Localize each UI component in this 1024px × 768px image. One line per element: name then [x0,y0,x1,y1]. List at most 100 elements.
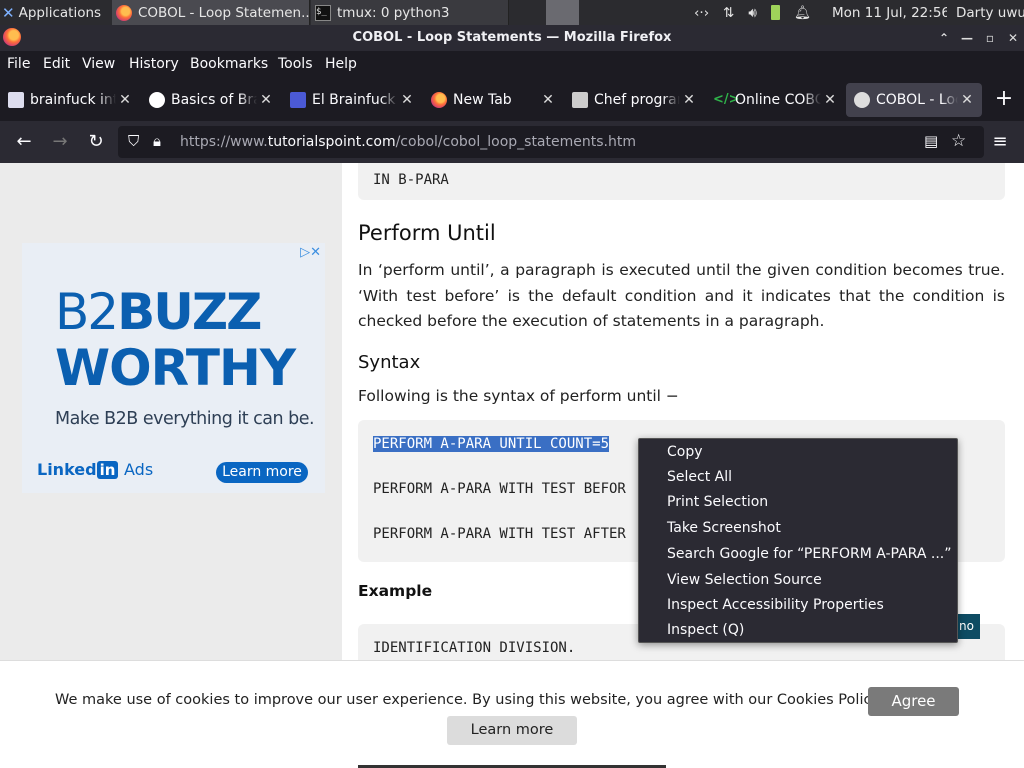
ads-label: Ads [124,460,154,479]
menu-item-inspect-accessibility[interactable]: Inspect Accessibility Properties [667,597,884,613]
tab-label: COBOL - Loo [876,92,958,108]
user-menu[interactable]: Darty uwu [956,0,1024,25]
ad-headline-1: B2BUZZ [55,283,262,341]
menu-item-take-screenshot[interactable]: Take Screenshot [667,520,781,536]
close-tab-icon[interactable]: ✕ [398,92,416,108]
code-block-previous: IN B-PARA [358,163,1005,200]
code-line: PERFORM A-PARA WITH TEST BEFOR [373,481,626,497]
lock-icon[interactable]: 🔒︎ [153,132,161,150]
system-tray: ‹·› ⇅ 🔊︎ 🔔︎ [694,0,824,25]
code-line: PERFORM A-PARA WITH TEST AFTER [373,526,626,542]
tab-new-tab[interactable]: New Tab ✕ [423,83,563,117]
menu-help[interactable]: Help [325,56,357,72]
taskbar-tmux[interactable]: $_ tmux: 0 python3 [311,0,509,25]
menu-item-copy[interactable]: Copy [667,444,703,460]
menu-tools[interactable]: Tools [278,56,313,72]
url-prefix: https://www. [180,134,268,150]
code-line: IDENTIFICATION DIVISION. [373,640,576,656]
close-tab-icon[interactable]: ✕ [116,92,134,108]
menu-file[interactable]: File [7,56,30,72]
bookmark-star-icon[interactable]: ☆ [951,131,966,151]
syntax-intro: Following is the syntax of perform until… [358,387,679,405]
menu-bookmarks[interactable]: Bookmarks [190,56,268,72]
linkedin-brand: Linked [37,460,97,479]
tab-chef[interactable]: Chef progran ✕ [564,83,704,117]
menu-item-search-google[interactable]: Search Google for “PERFORM A-PARA ...” [667,546,951,562]
shield-icon[interactable]: ⛉ [128,132,139,150]
close-tab-icon[interactable]: ✕ [680,92,698,108]
workspace-switcher[interactable] [546,0,579,25]
battery-icon[interactable] [770,5,780,20]
tab-el-brainfuck[interactable]: El Brainfuck ✕ [282,83,422,117]
taskbar-firefox[interactable]: COBOL - Loop Statemen... [112,0,310,25]
url-path: /cobol/cobol_loop_statements.htm [395,134,636,150]
close-tab-icon[interactable]: ✕ [257,92,275,108]
back-arrow-icon[interactable]: ← [12,130,36,154]
menu-item-view-selection-source[interactable]: View Selection Source [667,572,822,588]
menu-item-print-selection[interactable]: Print Selection [667,494,768,510]
firefox-icon [116,4,132,21]
cookie-agree-button[interactable]: Agree [868,687,959,716]
clock[interactable]: Mon 11 Jul, 22:56 [832,0,947,25]
cookie-banner: We make use of cookies to improve our us… [0,660,1024,768]
tab-label: New Tab [453,92,512,108]
task-label: tmux: 0 python3 [337,4,450,21]
menu-view[interactable]: View [82,56,115,72]
reload-icon[interactable]: ↻ [84,130,108,154]
github-icon [149,92,165,108]
code-line: IN B-PARA [373,172,449,188]
close-window-button[interactable]: ✕ [1004,29,1022,47]
close-tab-icon[interactable]: ✕ [539,92,557,108]
menu-history[interactable]: History [129,56,179,72]
menu-edit[interactable]: Edit [43,56,70,72]
volume-icon[interactable]: 🔊︎ [748,5,757,21]
cookie-message: We make use of cookies to improve our us… [55,692,883,708]
ad-learn-more-button[interactable]: Learn more [216,462,308,483]
code-line-selected[interactable]: PERFORM A-PARA UNTIL COUNT=5 [373,436,610,452]
url-text[interactable]: https://www.tutorialspoint.com/cobol/cob… [180,134,636,150]
task-label: COBOL - Loop Statemen... [138,4,310,21]
xfce-icon: ✕ [2,3,15,22]
adchoices-icon[interactable]: ▷✕ [300,245,321,260]
window-title-bar[interactable]: COBOL - Loop Statements — Mozilla Firefo… [0,25,1024,51]
cookie-learn-more-button[interactable]: Learn more [447,716,577,745]
transfer-icon[interactable]: ⇅ [723,5,734,21]
url-domain: tutorialspoint.com [267,134,396,150]
applications-menu[interactable]: ✕ Applications [2,0,112,25]
network-icon[interactable]: ‹·› [694,5,709,21]
close-tab-icon[interactable]: ✕ [821,92,839,108]
menu-item-inspect[interactable]: Inspect (Q) [667,622,744,638]
linkedin-ads-logo: Linked in Ads [37,460,153,479]
firefox-icon [431,92,447,108]
reader-view-icon[interactable]: ▤ [924,132,938,150]
minimize-chevron-icon[interactable]: ⌃ [935,29,953,47]
linkedin-ad[interactable]: ▷✕ B2BUZZ WORTHY Make B2B everything it … [22,243,325,493]
code-favicon-icon: </> [713,92,740,107]
minimize-button[interactable]: — [958,29,976,47]
tab-label: Online COBC [735,92,821,108]
new-tab-plus-icon[interactable]: + [992,87,1016,111]
tab-basics[interactable]: Basics of Bra ✕ [141,83,281,117]
hamburger-menu-icon[interactable]: ≡ [988,130,1012,154]
ad-headline-buzz: BUZZ [117,283,262,341]
linkedin-in-icon: in [96,461,119,479]
menu-bar: File Edit View History Bookmarks Tools H… [0,51,1024,79]
navigation-bar: ← → ↻ ⛉ 🔒︎ https://www.tutorialspoint.co… [0,121,1024,163]
forward-arrow-icon[interactable]: → [48,130,72,154]
close-tab-icon[interactable]: ✕ [958,92,976,108]
os-panel: ✕ Applications COBOL - Loop Statemen... … [0,0,1024,25]
ad-headline-2: WORTHY [55,339,296,397]
notification-bell-icon[interactable]: 🔔︎ [794,5,811,21]
paragraph-perform-until: In ‘perform until’, a paragraph is execu… [358,261,1005,330]
tab-label: Chef progran [594,92,680,108]
tab-online-cobol[interactable]: </> Online COBC ✕ [705,83,845,117]
tab-brainfuck[interactable]: brainfuck int ✕ [0,83,140,117]
menu-item-select-all[interactable]: Select All [667,469,732,485]
url-bar[interactable]: ⛉ 🔒︎ https://www.tutorialspoint.com/cobo… [118,126,984,158]
terminal-icon: $_ [315,4,331,21]
heading-perform-until: Perform Until [358,221,496,245]
tab-bar: brainfuck int ✕ Basics of Bra ✕ El Brain… [0,79,1024,121]
ad-tagline: Make B2B everything it can be. [55,409,315,429]
tab-cobol-loop[interactable]: COBOL - Loo ✕ [846,83,982,117]
maximize-button[interactable]: ▫ [981,29,999,47]
